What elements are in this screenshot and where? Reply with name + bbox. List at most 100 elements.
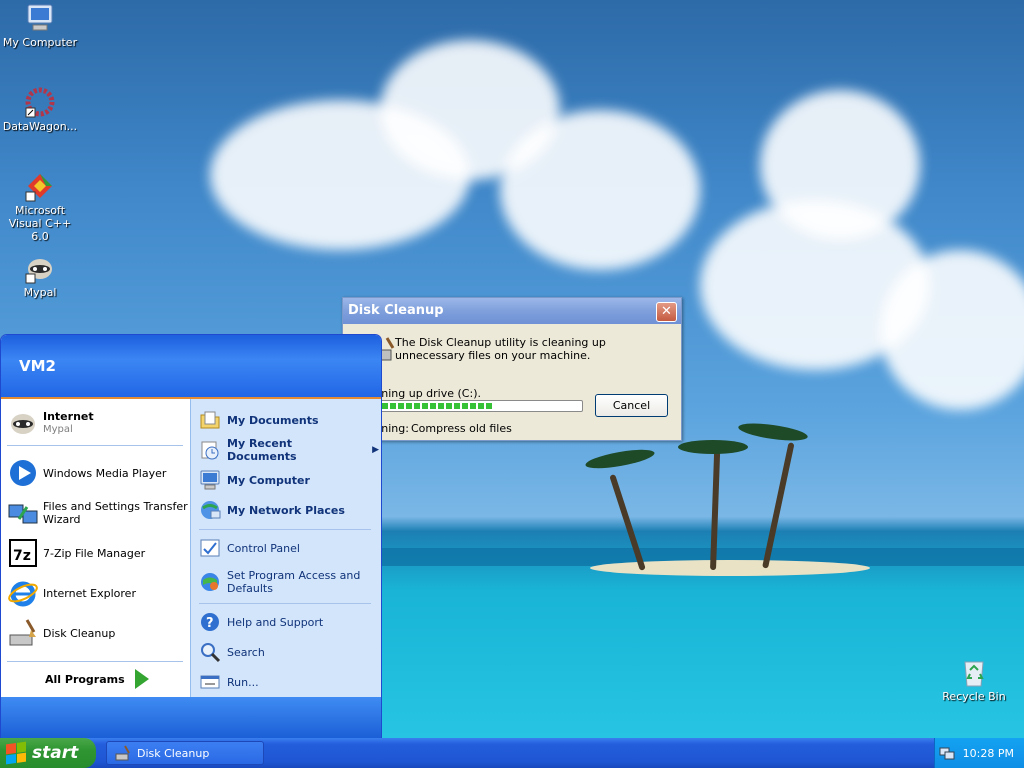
taskbar: start Disk Cleanup 10:28 PM [0,738,1024,768]
start-item-label: My Recent Documents [227,437,297,463]
start-item-media-player[interactable]: Windows Media Player [7,455,189,491]
svg-text:?: ? [206,616,214,631]
search-icon [199,641,221,663]
separator [199,529,371,530]
windows-flag-icon [6,741,26,765]
cloud [760,90,920,240]
user-name: VM2 [19,357,56,375]
desktop-icon-visual-cpp[interactable]: Microsoft Visual C++ 6.0 [0,170,80,243]
start-item-label: Internet Explorer [43,586,136,600]
desktop-icon-label: DataWagon... [2,120,78,133]
start-item-transfer-wizard[interactable]: Files and Settings Transfer Wizard [7,495,189,531]
start-menu-footer [1,697,381,739]
start-menu-left-pane: Internet Mypal Windows Media Player Files… [1,399,190,697]
start-item-title: Internet [43,410,94,423]
start-item-subtitle: Mypal [43,424,73,435]
status-value: Compress old files [411,422,512,435]
start-item-internet-explorer[interactable]: Internet Explorer [7,575,189,611]
chevron-right-icon: ▶ [372,445,379,455]
network-tray-icon[interactable] [939,745,955,761]
island [590,560,870,576]
desktop-icon-mypal[interactable]: Mypal [0,252,80,299]
cloud [880,250,1024,410]
clock[interactable]: 10:28 PM [963,747,1014,760]
recycle-bin-icon [958,656,990,688]
start-item-internet[interactable]: Internet Mypal [7,405,189,441]
start-item-label: My Documents [227,413,319,427]
7zip-icon: 7z [7,537,39,569]
visual-cpp-icon [24,170,56,202]
start-item-recent-documents[interactable]: My Recent Documents ▶ [199,437,379,463]
disk-cleanup-dialog: Disk Cleanup ✕ The Disk Cleanup utility … [342,297,682,441]
palm-frond [678,440,748,454]
desktop-icon-recycle-bin[interactable]: Recycle Bin [934,656,1014,703]
cloud [500,110,700,270]
start-item-label: 7-Zip File Manager [43,546,146,560]
cancel-button[interactable]: Cancel [595,394,668,417]
start-item-label: My Network Places [227,503,345,517]
desktop-icon-label: My Computer [2,36,78,49]
transfer-wizard-icon [7,497,39,529]
start-item-label: My Computer [227,473,310,487]
taskbar-button-disk-cleanup[interactable]: Disk Cleanup [106,741,264,765]
start-item-label: Files and Settings Transfer Wizard [43,500,188,526]
desktop-icon-label: Mypal [23,286,57,299]
close-icon[interactable]: ✕ [656,302,677,322]
start-item-help[interactable]: ? Help and Support [199,609,379,635]
start-item-label: Control Panel [227,541,300,555]
start-item-search[interactable]: Search [199,639,379,665]
dialog-title: Disk Cleanup [348,303,444,318]
start-item-control-panel[interactable]: Control Panel [199,535,379,561]
dialog-message: The Disk Cleanup utility is cleaning up … [395,336,606,362]
start-item-label: Help and Support [227,615,324,629]
datawagon-icon [24,86,56,118]
disk-cleanup-icon [115,745,131,761]
network-places-icon [199,499,221,521]
recent-documents-icon [199,439,221,461]
media-player-icon [7,457,39,489]
desktop-icon-label: Recycle Bin [942,690,1006,703]
start-item-label: Set Program Access and Defaults [227,569,361,595]
start-button[interactable]: start [0,738,96,768]
separator [7,661,183,662]
palm-frond [584,446,656,472]
start-item-7zip[interactable]: 7z 7-Zip File Manager [7,535,189,571]
internet-explorer-icon [7,577,39,609]
start-item-label: Run... [227,675,259,689]
desktop-icon-label: Microsoft Visual C++ 6.0 [8,204,72,243]
help-icon: ? [199,611,221,633]
start-menu-right-pane: My Documents My Recent Documents ▶ My Co… [190,399,381,697]
my-computer-icon [24,2,56,34]
start-item-my-documents[interactable]: My Documents [199,407,379,433]
taskbar-button-label: Disk Cleanup [137,746,210,760]
all-programs-button[interactable]: All Programs [45,669,149,689]
start-item-label: Disk Cleanup [43,626,116,640]
system-tray: 10:28 PM [934,738,1024,768]
arrow-right-icon [134,669,149,689]
mypal-icon [24,252,56,284]
svg-text:7z: 7z [13,548,31,564]
all-programs-label: All Programs [45,672,125,686]
start-menu: VM2 Internet Mypal Windows Media Player F… [0,334,382,740]
mypal-icon [7,407,39,439]
dialog-title-bar[interactable]: Disk Cleanup ✕ [343,298,681,324]
program-access-icon [199,571,221,593]
start-menu-header: VM2 [1,335,381,399]
start-item-label: Search [227,645,265,659]
disk-cleanup-icon [7,617,39,649]
start-label: start [32,743,79,763]
run-icon [199,671,221,693]
start-item-label: Windows Media Player [43,466,167,480]
my-documents-icon [199,409,221,431]
start-item-network-places[interactable]: My Network Places [199,497,379,523]
separator [199,603,371,604]
start-item-run[interactable]: Run... [199,669,379,695]
start-item-my-computer[interactable]: My Computer [199,467,379,493]
desktop-icon-my-computer[interactable]: My Computer [0,2,80,49]
cleanup-progress-bar [379,400,583,412]
my-computer-icon [199,469,221,491]
desktop-icon-datawagon[interactable]: DataWagon... [0,86,80,133]
palm-frond [737,420,809,444]
start-item-disk-cleanup[interactable]: Disk Cleanup [7,615,189,651]
start-item-program-access[interactable]: Set Program Access and Defaults [199,565,379,599]
